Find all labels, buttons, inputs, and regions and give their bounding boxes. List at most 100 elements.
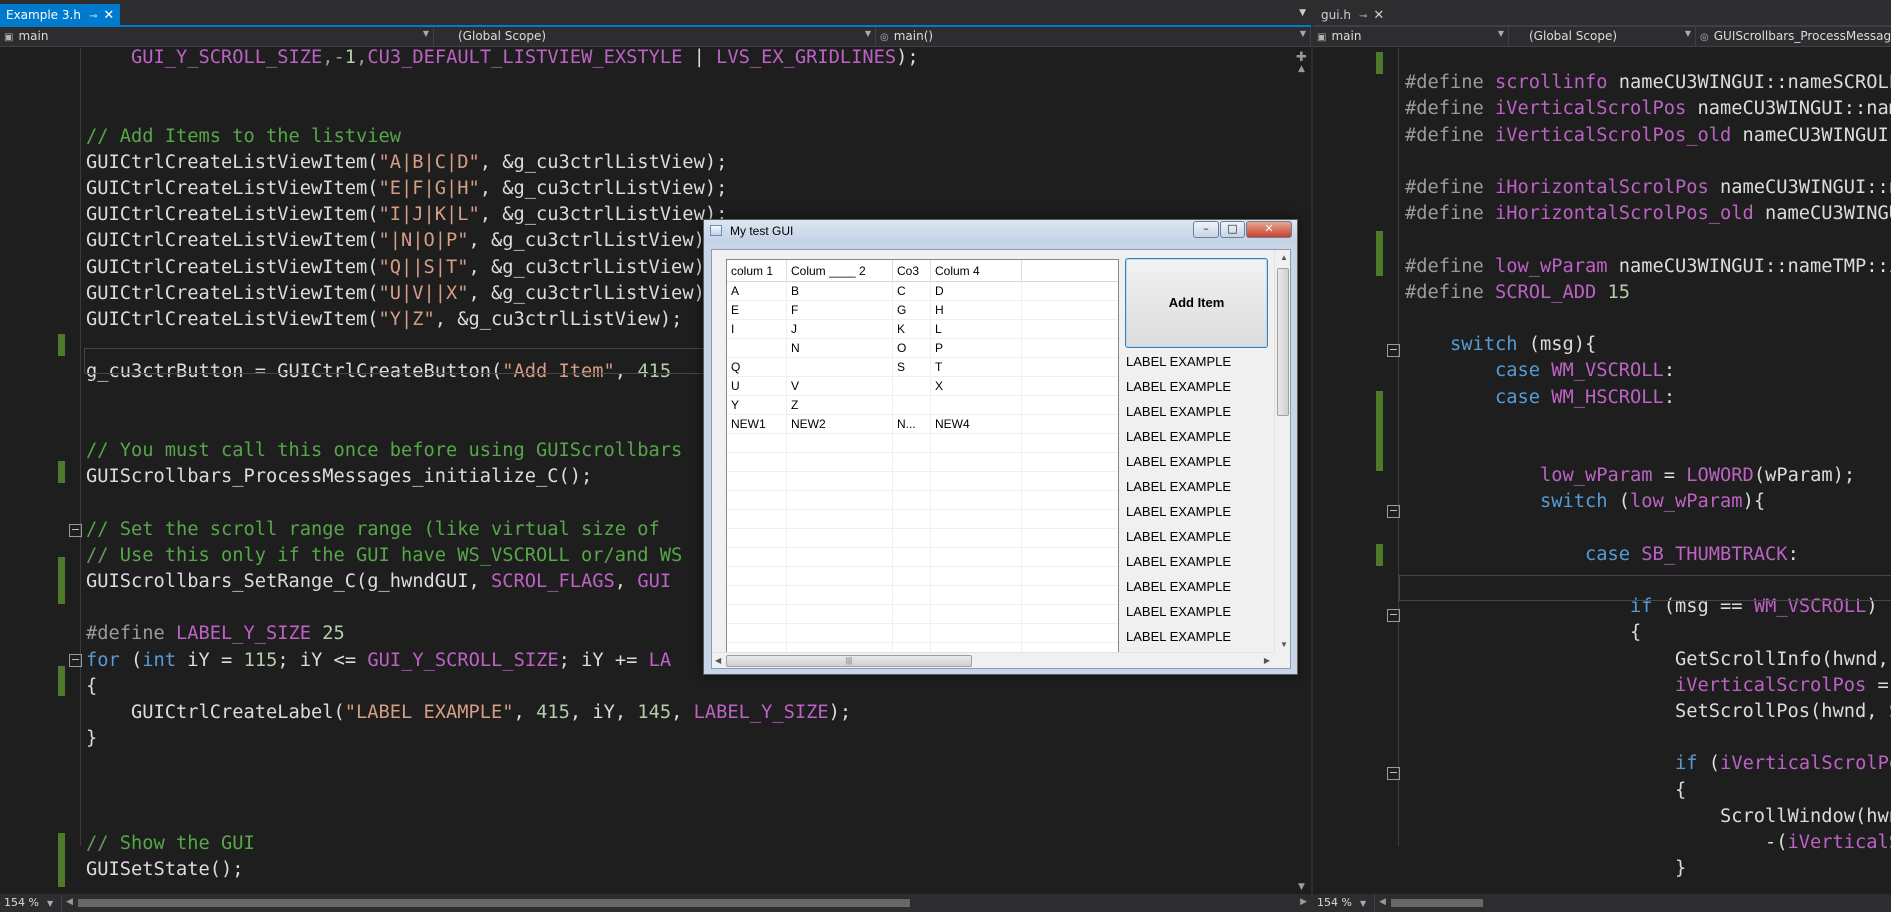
code-token: GUICtrlCreateListViewItem( [86, 204, 379, 226]
code-token: SB_THUMBTRACK [1641, 543, 1788, 565]
code-token: "Q||S|T" [378, 256, 469, 278]
horizontal-scroll-thumb[interactable] [1391, 899, 1483, 907]
my-test-gui-window[interactable]: My test GUI – □ ✕ colum 1 Colum ____ 2 Co3… [703, 219, 1298, 675]
member-dropdown[interactable]: ◎ main() ▼ [876, 27, 1311, 46]
right-horizontal-bar: 154 % ▼ ◀ [1313, 894, 1891, 912]
table-row[interactable]: NEW1 NEW2 N... NEW4 [727, 415, 1118, 434]
maximize-button[interactable]: □ [1220, 221, 1245, 238]
list-view-header: colum 1 Colum ____ 2 Co3 Colum 4 [727, 260, 1118, 282]
horizontal-scroll-thumb[interactable]: ||| [726, 655, 972, 667]
zoom-dropdown[interactable]: 154 % ▼ [0, 894, 62, 912]
column-header[interactable]: colum 1 [727, 260, 787, 282]
code-token: nameCU3WINGUI: [1731, 124, 1891, 146]
code-token: , &g_cu3ctrlListView); [468, 256, 717, 278]
code-line: #define iVerticalScrolPos nameCU3WINGUI:… [1405, 96, 1891, 122]
fold-toggle-icon[interactable]: − [1387, 505, 1400, 518]
code-line: GUICtrlCreateListViewItem("Q||S|T", &g_c… [86, 255, 716, 281]
scroll-down-arrow-icon[interactable]: ▼ [1298, 882, 1305, 892]
scroll-left-arrow-icon[interactable]: ◀ [1379, 897, 1386, 907]
code-token: iVerticalScrolPos [1495, 98, 1687, 120]
close-icon[interactable]: ✕ [1373, 8, 1384, 23]
code-token: iVerticalScrolPos [1720, 753, 1891, 775]
change-marker [58, 461, 65, 483]
project-dropdown[interactable]: ▣ main ▼ [0, 27, 434, 46]
column-header[interactable]: Colum ____ 2 [787, 260, 893, 282]
horizontal-scroll-thumb[interactable] [78, 899, 910, 907]
table-row[interactable]: EFGH [727, 301, 1118, 320]
code-token: WM_VSCROLL [1551, 360, 1664, 382]
list-view[interactable]: colum 1 Colum ____ 2 Co3 Colum 4 ABCDEFGHIJ… [726, 259, 1119, 663]
label-example: LABEL EXAMPLE [1126, 454, 1232, 469]
scroll-right-arrow-icon[interactable]: ▶ [1264, 656, 1270, 665]
tab-list-dropdown-icon[interactable]: ▼ [1299, 8, 1306, 18]
split-icon[interactable]: ✚ [1296, 50, 1307, 65]
scope-dropdown[interactable]: (Global Scope) ▼ [1509, 27, 1696, 46]
code-token: iHorizontalScrolPos [1495, 177, 1709, 198]
tab-gui-h[interactable]: gui.h ⊸ ✕ [1315, 4, 1390, 27]
code-line: GetScrollInfo(hwnd, s [1405, 647, 1891, 673]
fold-toggle-icon[interactable]: − [1387, 344, 1400, 357]
tab-example-3-h[interactable]: Example 3.h ⊸ ✕ [0, 4, 121, 27]
vertical-scroll-thumb[interactable] [1277, 268, 1289, 416]
table-row[interactable]: Q ST [727, 358, 1118, 377]
window-vertical-scrollbar[interactable]: ▲ ▼ [1274, 250, 1290, 652]
code-token: case [1585, 543, 1631, 565]
table-row[interactable]: UV X [727, 377, 1118, 396]
code-token: low_wParam [1630, 491, 1743, 513]
column-header[interactable]: Colum 4 [931, 260, 1022, 282]
fold-toggle-icon[interactable]: − [69, 654, 82, 667]
scroll-up-arrow-icon[interactable]: ▲ [1298, 64, 1305, 74]
fold-toggle-icon[interactable]: − [69, 524, 82, 537]
right-code-editor[interactable]: #define scrollinfo nameCU3WINGUI::nameSC… [1313, 48, 1891, 894]
table-cell [727, 453, 787, 472]
table-row[interactable]: YZ [727, 396, 1118, 415]
table-cell [787, 548, 893, 567]
member-dropdown[interactable]: ◎ GUIScrollbars_ProcessMessage [1696, 27, 1891, 46]
code-line: #define iVerticalScrolPos_old nameCU3WIN… [1405, 123, 1891, 149]
code-token: // Set the scroll range range (like virt… [86, 518, 660, 540]
code-token: , [513, 702, 537, 723]
code-line: for (int iY = 115; iY <= GUI_Y_SCROLL_SI… [86, 648, 671, 674]
table-cell: B [787, 282, 893, 301]
code-token: "E|F|G|H" [378, 178, 480, 199]
window-horizontal-scrollbar[interactable]: ◀ ||| ▶ [712, 652, 1274, 668]
code-token: ; iY <= [277, 649, 368, 671]
code-token: GUI [637, 571, 672, 592]
fold-toggle-icon[interactable]: − [1387, 609, 1400, 622]
code-token: "LABEL EXAMPLE" [344, 702, 514, 723]
table-row [727, 472, 1118, 491]
code-line: // Add Items to the listview [86, 124, 401, 150]
table-cell [787, 586, 893, 605]
code-token: // Add Items to the listview [86, 125, 402, 147]
scroll-right-arrow-icon[interactable]: ▶ [1300, 897, 1307, 907]
code-token: SCROL_FLAGS [491, 571, 615, 592]
scroll-up-arrow-icon[interactable]: ▲ [1280, 253, 1288, 262]
code-token: GUICtrlCreateListViewItem( [86, 309, 379, 330]
fold-toggle-icon[interactable]: − [1387, 767, 1400, 780]
table-cell [787, 491, 893, 510]
close-button[interactable]: ✕ [1246, 221, 1292, 238]
table-row[interactable]: NOP [727, 339, 1118, 358]
table-row [727, 453, 1118, 472]
code-token: 115 [243, 649, 278, 671]
add-item-button[interactable]: Add Item [1125, 258, 1268, 348]
window-title-bar[interactable]: My test GUI – □ ✕ [704, 220, 1297, 242]
pin-icon[interactable]: ⊸ [1359, 11, 1367, 22]
label-example: LABEL EXAMPLE [1126, 479, 1232, 494]
table-row[interactable]: IJKL [727, 320, 1118, 339]
column-header[interactable]: Co3 [893, 260, 931, 282]
code-token: GUISetState(); [86, 859, 244, 881]
minimize-button[interactable]: – [1193, 221, 1219, 238]
scope-dropdown[interactable]: (Global Scope) ▼ [434, 27, 876, 46]
scroll-down-arrow-icon[interactable]: ▼ [1280, 640, 1288, 649]
close-icon[interactable]: ✕ [103, 8, 114, 23]
zoom-dropdown[interactable]: 154 % ▼ [1313, 894, 1375, 912]
table-row[interactable]: ABCD [727, 282, 1118, 301]
scroll-left-arrow-icon[interactable]: ◀ [66, 897, 73, 907]
pin-icon[interactable]: ⊸ [89, 11, 97, 22]
table-cell [787, 605, 893, 624]
project-dropdown[interactable]: ▣ main ▼ [1313, 27, 1509, 46]
left-horizontal-bar: 154 % ▼ ◀ ▶ [0, 894, 1311, 912]
scroll-left-arrow-icon[interactable]: ◀ [715, 656, 721, 665]
